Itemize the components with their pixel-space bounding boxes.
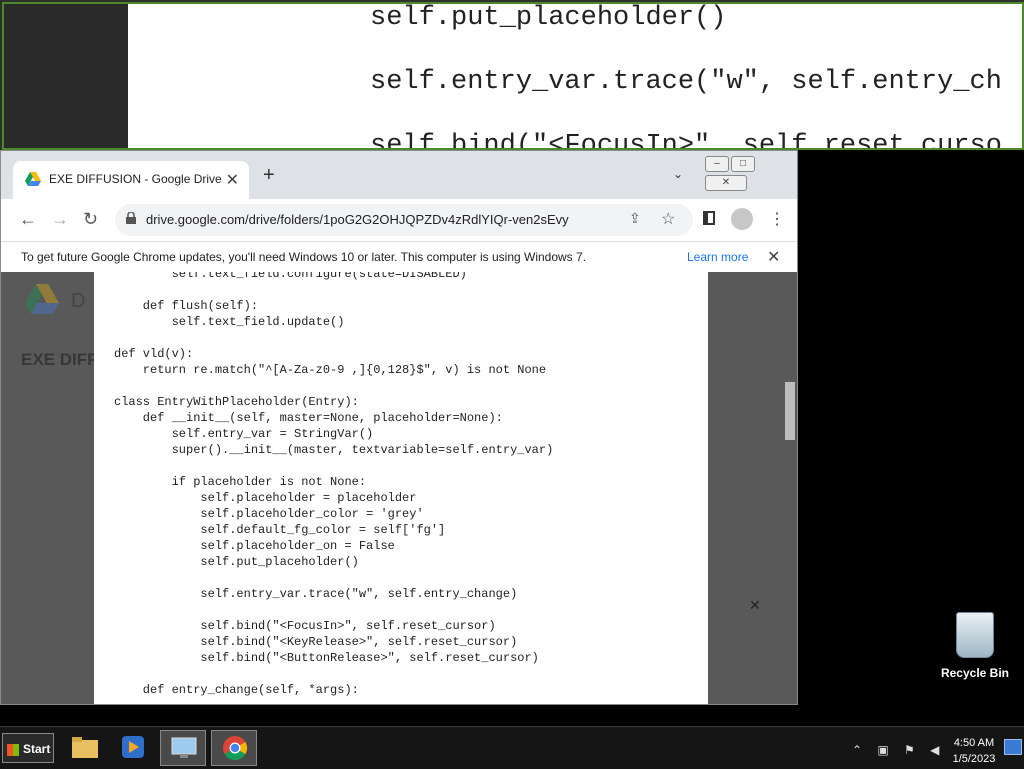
- start-button[interactable]: Start: [2, 733, 54, 763]
- system-tray: ⌃ ▣ ⚑ ◀ 4:50 AM 1/5/2023: [848, 731, 1024, 767]
- magnified-code-line: self.put_placeholder(): [370, 3, 727, 33]
- infobar-message: To get future Google Chrome updates, you…: [21, 250, 587, 264]
- url-text: drive.google.com/drive/folders/1poG2G2OH…: [146, 212, 569, 227]
- recycle-bin-icon: [956, 612, 994, 658]
- side-panel-icon[interactable]: [703, 211, 715, 225]
- magnifier-view: self.put_placeholder() self.entry_var.tra…: [2, 2, 1024, 150]
- code-line: self.bind("<ButtonRelease>", self.reset_…: [114, 651, 539, 665]
- google-drive-icon: [25, 172, 41, 186]
- taskbar-media-player[interactable]: [110, 730, 156, 766]
- magnifier-window: self.put_placeholder() self.entry_var.tra…: [0, 0, 1024, 150]
- taskbar-remote-desktop[interactable]: [160, 730, 206, 766]
- code-line: super().__init__(master, textvariable=se…: [114, 443, 554, 457]
- back-arrow-icon[interactable]: ←: [19, 209, 37, 230]
- code-line: def entry_change(self, *args):: [114, 683, 359, 697]
- code-line: self.text_field.configure(state=DISABLED…: [114, 272, 467, 281]
- taskbar-explorer[interactable]: [62, 730, 108, 766]
- profile-avatar[interactable]: [731, 208, 753, 230]
- scrollbar-thumb[interactable]: [785, 382, 795, 440]
- learn-more-link[interactable]: Learn more: [687, 250, 748, 264]
- tab-title: EXE DIFFUSION - Google Drive: [49, 172, 222, 186]
- media-player-icon: [122, 736, 144, 758]
- google-drive-logo-icon: [25, 284, 59, 314]
- folder-icon: [72, 737, 98, 758]
- code-line: self.placeholder_color = 'grey': [114, 507, 424, 521]
- code-line: if placeholder is not None:: [114, 475, 367, 489]
- update-infobar: To get future Google Chrome updates, you…: [1, 241, 797, 274]
- file-preview-page: self.text_field.configure(state=DISABLED…: [94, 272, 708, 704]
- tab-strip: EXE DIFFUSION - Google Drive ✕ + ⌄ – □ ✕: [1, 151, 797, 199]
- drive-folder-title: EXE DIFF: [21, 350, 98, 369]
- code-line: self.text_field.update(): [114, 315, 345, 329]
- recycle-bin[interactable]: Recycle Bin: [940, 612, 1010, 680]
- code-line: self.placeholder = placeholder: [114, 491, 417, 505]
- menu-kebab-icon[interactable]: ⋮: [769, 209, 785, 229]
- tab-google-drive[interactable]: EXE DIFFUSION - Google Drive ✕: [13, 161, 249, 199]
- taskbar: Start ⌃ ▣ ⚑ ◀ 4:50 AM 1/5/2023: [0, 726, 1024, 769]
- code-line: self.entry_var = StringVar(): [114, 427, 374, 441]
- magnified-code-line: self.entry_var.trace("w", self.entry_ch: [370, 67, 1002, 97]
- page-viewport: D EXE DIFF self.text_field.configure(sta…: [1, 272, 797, 704]
- code-line: class EntryWithPlaceholder(Entry):: [114, 395, 359, 409]
- bookmark-star-icon[interactable]: ☆: [661, 209, 675, 229]
- new-tab-button[interactable]: +: [263, 164, 275, 187]
- chevron-down-icon[interactable]: ⌄: [673, 167, 683, 181]
- address-bar[interactable]: drive.google.com/drive/folders/1poG2G2OH…: [115, 204, 693, 236]
- recycle-bin-label: Recycle Bin: [940, 666, 1010, 680]
- chrome-icon: [223, 736, 248, 761]
- code-line: self.bind("<FocusIn>", self.reset_cursor…: [114, 619, 496, 633]
- share-icon[interactable]: ⇪: [629, 210, 641, 227]
- lock-icon: [126, 212, 136, 224]
- windows-logo-icon: [7, 743, 19, 756]
- reload-icon[interactable]: ↻: [83, 209, 98, 230]
- monitor-icon: [171, 737, 197, 758]
- code-line: def flush(self):: [114, 299, 259, 313]
- code-line: self.placeholder_on = False: [114, 539, 395, 553]
- tray-icons[interactable]: ⌃ ▣ ⚑ ◀: [852, 743, 945, 757]
- start-label: Start: [23, 742, 51, 756]
- show-desktop-icon[interactable]: [1004, 739, 1022, 755]
- minimize-button[interactable]: –: [705, 156, 729, 172]
- browser-toolbar: ← → ↻ drive.google.com/drive/folders/1po…: [1, 199, 797, 241]
- infobar-close-icon[interactable]: ✕: [767, 247, 780, 267]
- code-line: self.entry_var.trace("w", self.entry_cha…: [114, 587, 518, 601]
- magnified-code-line: self.bind("<FocusIn>", self.reset_curso: [370, 131, 1002, 150]
- maximize-button[interactable]: □: [731, 156, 755, 172]
- chrome-window: EXE DIFFUSION - Google Drive ✕ + ⌄ – □ ✕ ←…: [0, 150, 798, 705]
- code-line: self.default_fg_color = self['fg']: [114, 523, 446, 537]
- taskbar-chrome[interactable]: [211, 730, 257, 766]
- code-line: self.put_placeholder(): [114, 555, 359, 569]
- preview-close-icon[interactable]: ✕: [749, 597, 761, 614]
- code-line: def __init__(self, master=None, placehol…: [114, 411, 503, 425]
- close-window-button[interactable]: ✕: [705, 175, 747, 191]
- code-content: self.text_field.configure(state=DISABLED…: [114, 272, 553, 698]
- magnified-code: self.put_placeholder() self.entry_var.tra…: [370, 3, 1002, 150]
- window-controls: – □ ✕: [705, 153, 797, 191]
- forward-arrow-icon[interactable]: →: [51, 209, 69, 230]
- magnifier-dark-area: [4, 4, 128, 148]
- tab-close-icon[interactable]: ✕: [226, 170, 239, 190]
- clock-date[interactable]: 1/5/2023: [946, 753, 1002, 765]
- code-line: return re.match("^[A-Za-z0-9 ,]{0,128}$"…: [114, 363, 547, 377]
- drive-app-name: D: [71, 290, 86, 312]
- code-line: def vld(v):: [114, 347, 194, 361]
- clock-time[interactable]: 4:50 AM: [948, 737, 1000, 749]
- code-line: self.bind("<KeyRelease>", self.reset_cur…: [114, 635, 518, 649]
